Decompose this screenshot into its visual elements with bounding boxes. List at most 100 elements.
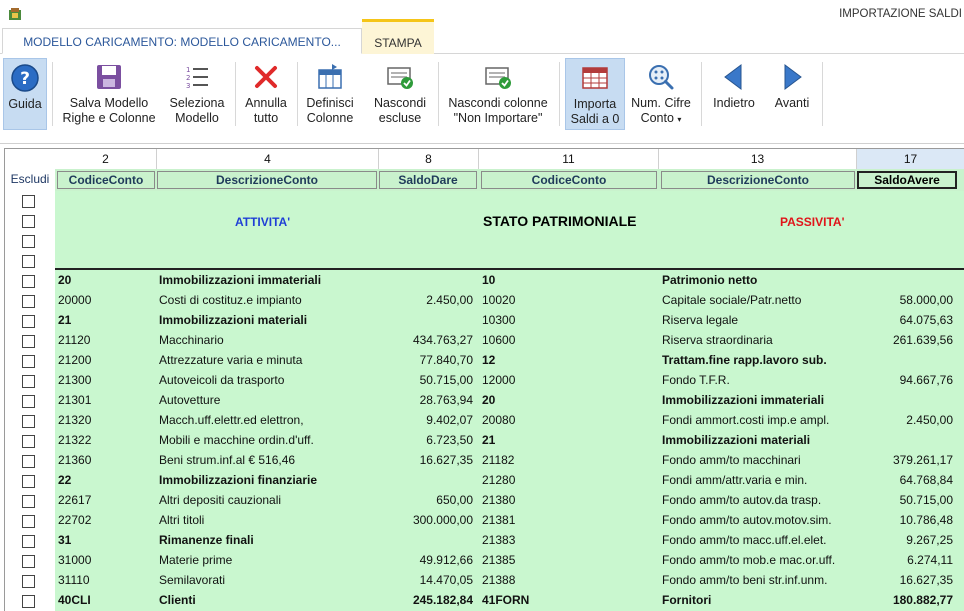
table-cell[interactable]: Fondi ammort.costi imp.e ampl. (662, 410, 854, 430)
table-cell[interactable]: Rimanenze finali (159, 530, 375, 550)
table-cell[interactable]: 50.715,00 (379, 370, 473, 390)
table-cell[interactable]: 21383 (482, 530, 656, 550)
num-cifre-conto-button[interactable]: Num. Cifre Conto ▾ (627, 58, 695, 130)
escludi-checkbox[interactable] (22, 255, 35, 268)
table-cell[interactable]: 20000 (58, 290, 154, 310)
table-cell[interactable]: 20080 (482, 410, 656, 430)
table-cell[interactable]: 9.402,07 (379, 410, 473, 430)
escludi-checkbox[interactable] (22, 435, 35, 448)
table-cell[interactable]: 2.450,00 (379, 290, 473, 310)
tab-modello-caricamento[interactable]: MODELLO CARICAMENTO: MODELLO CARICAMENTO… (2, 28, 362, 54)
table-cell[interactable]: 94.667,76 (857, 370, 953, 390)
escludi-checkbox[interactable] (22, 475, 35, 488)
table-cell[interactable]: 434.763,27 (379, 330, 473, 350)
column-header-saldoavere[interactable]: SaldoAvere (857, 171, 957, 189)
table-cell[interactable]: 20 (58, 270, 154, 290)
column-header-codiceconto-2[interactable]: CodiceConto (481, 171, 657, 189)
table-cell[interactable]: Fondo amm/to beni str.inf.unm. (662, 570, 854, 590)
table-cell[interactable]: 64.768,84 (857, 470, 953, 490)
annulla-tutto-button[interactable]: Annulla tutto (238, 58, 294, 130)
table-cell[interactable]: 22617 (58, 490, 154, 510)
table-cell[interactable]: 21 (58, 310, 154, 330)
definisci-colonne-button[interactable]: Definisci Colonne (300, 58, 360, 130)
table-cell[interactable]: 9.267,25 (857, 530, 953, 550)
escludi-checkbox[interactable] (22, 375, 35, 388)
table-cell[interactable]: Fondo amm/to autov.motov.sim. (662, 510, 854, 530)
table-cell[interactable]: Immobilizzazioni immateriali (662, 390, 854, 410)
table-cell[interactable]: Capitale sociale/Patr.netto (662, 290, 854, 310)
table-cell[interactable]: 21 (482, 430, 656, 450)
table-cell[interactable]: 21182 (482, 450, 656, 470)
escludi-checkbox[interactable] (22, 395, 35, 408)
seleziona-modello-button[interactable]: 1 2 3 Seleziona Modello (164, 58, 230, 130)
table-cell[interactable]: 21385 (482, 550, 656, 570)
escludi-checkbox[interactable] (22, 295, 35, 308)
indietro-button[interactable]: Indietro (704, 58, 764, 130)
table-cell[interactable]: Macchinario (159, 330, 375, 350)
avanti-button[interactable]: Avanti (766, 58, 818, 130)
table-cell[interactable]: 21381 (482, 510, 656, 530)
column-header-codiceconto[interactable]: CodiceConto (57, 171, 155, 189)
table-cell[interactable]: 6.723,50 (379, 430, 473, 450)
column-header-saldodare[interactable]: SaldoDare (379, 171, 477, 189)
table-cell[interactable]: 6.274,11 (857, 550, 953, 570)
table-cell[interactable]: Riserva legale (662, 310, 854, 330)
table-cell[interactable]: 2.450,00 (857, 410, 953, 430)
table-cell[interactable]: Fondo amm/to macc.uff.el.elet. (662, 530, 854, 550)
table-cell[interactable]: Fondi amm/attr.varia e min. (662, 470, 854, 490)
table-cell[interactable]: Riserva straordinaria (662, 330, 854, 350)
table-cell[interactable]: 379.261,17 (857, 450, 953, 470)
table-cell[interactable]: Fornitori (662, 590, 854, 610)
table-cell[interactable]: Macch.uff.elettr.ed elettron, (159, 410, 375, 430)
table-cell[interactable]: Beni strum.inf.al € 516,46 (159, 450, 375, 470)
table-cell[interactable]: Altri titoli (159, 510, 375, 530)
table-cell[interactable]: 12000 (482, 370, 656, 390)
table-cell[interactable]: 10600 (482, 330, 656, 350)
table-cell[interactable]: Fondo amm/to autov.da trasp. (662, 490, 854, 510)
table-cell[interactable]: 77.840,70 (379, 350, 473, 370)
table-cell[interactable]: Clienti (159, 590, 375, 610)
escludi-checkbox[interactable] (22, 415, 35, 428)
table-cell[interactable]: 58.000,00 (857, 290, 953, 310)
table-cell[interactable]: Fondo amm/to mob.e mac.or.uff. (662, 550, 854, 570)
table-cell[interactable]: Materie prime (159, 550, 375, 570)
escludi-checkbox[interactable] (22, 355, 35, 368)
tab-stampa[interactable]: STAMPA (362, 19, 434, 54)
importa-saldi-button[interactable]: Importa Saldi a 0 (565, 58, 625, 130)
escludi-checkbox[interactable] (22, 555, 35, 568)
table-cell[interactable]: 16.627,35 (379, 450, 473, 470)
table-cell[interactable]: Altri depositi cauzionali (159, 490, 375, 510)
escludi-checkbox[interactable] (22, 275, 35, 288)
table-cell[interactable]: 650,00 (379, 490, 473, 510)
table-cell[interactable]: 10.786,48 (857, 510, 953, 530)
table-cell[interactable]: 21380 (482, 490, 656, 510)
table-cell[interactable]: 21388 (482, 570, 656, 590)
table-cell[interactable]: 28.763,94 (379, 390, 473, 410)
table-cell[interactable]: 10300 (482, 310, 656, 330)
table-cell[interactable]: Mobili e macchine ordin.d'uff. (159, 430, 375, 450)
table-cell[interactable]: 21320 (58, 410, 154, 430)
escludi-checkbox[interactable] (22, 455, 35, 468)
table-cell[interactable]: 16.627,35 (857, 570, 953, 590)
table-cell[interactable]: Costi di costituz.e impianto (159, 290, 375, 310)
table-cell[interactable]: 21280 (482, 470, 656, 490)
table-cell[interactable]: Immobilizzazioni materiali (159, 310, 375, 330)
escludi-checkbox[interactable] (22, 195, 35, 208)
table-cell[interactable]: 21322 (58, 430, 154, 450)
escludi-checkbox[interactable] (22, 575, 35, 588)
table-cell[interactable]: 14.470,05 (379, 570, 473, 590)
table-cell[interactable]: 261.639,56 (857, 330, 953, 350)
escludi-checkbox[interactable] (22, 335, 35, 348)
table-cell[interactable]: 12 (482, 350, 656, 370)
table-cell[interactable]: Immobilizzazioni immateriali (159, 270, 375, 290)
table-cell[interactable]: Trattam.fine rapp.lavoro sub. (662, 350, 854, 370)
escludi-checkbox[interactable] (22, 495, 35, 508)
table-cell[interactable]: 31110 (58, 570, 154, 590)
table-cell[interactable]: 21301 (58, 390, 154, 410)
table-cell[interactable]: Autovetture (159, 390, 375, 410)
escludi-checkbox[interactable] (22, 235, 35, 248)
escludi-checkbox[interactable] (22, 315, 35, 328)
salva-modello-button[interactable]: Salva Modello Righe e Colonne (56, 58, 162, 130)
table-cell[interactable]: 300.000,00 (379, 510, 473, 530)
table-cell[interactable]: 180.882,77 (857, 590, 953, 610)
